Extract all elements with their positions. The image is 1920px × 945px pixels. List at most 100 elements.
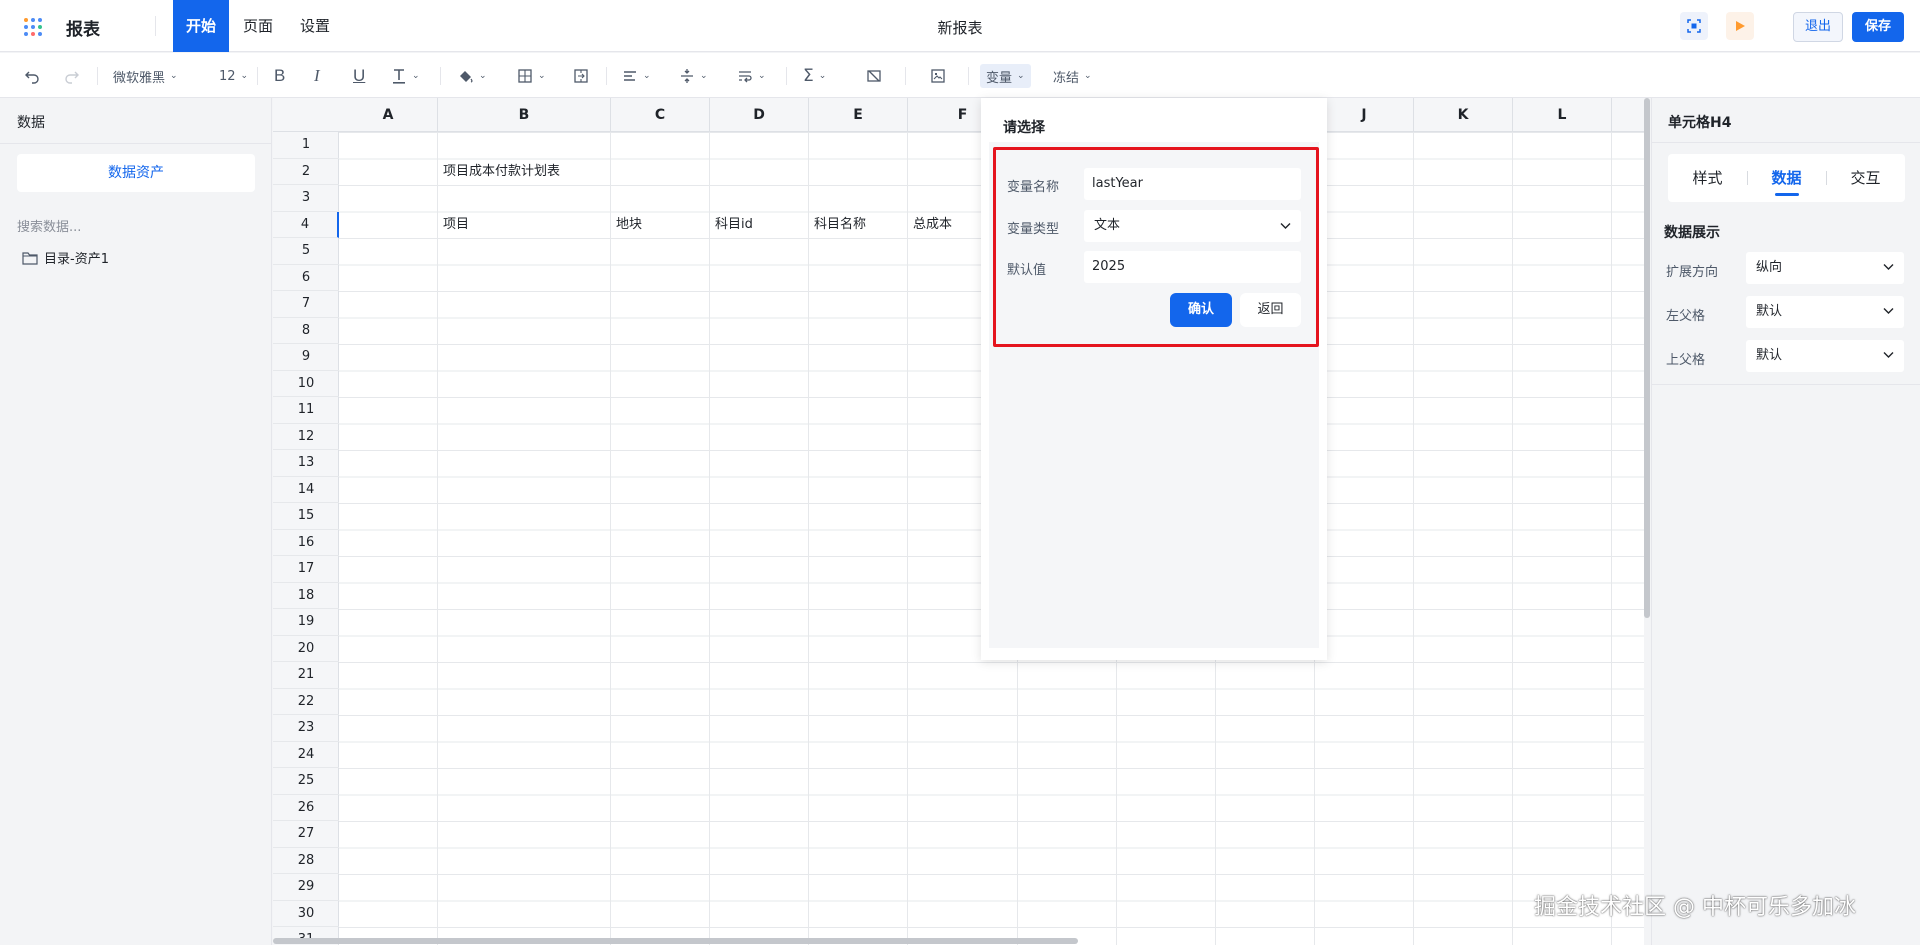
search-data-input[interactable]: 搜索数据...	[17, 216, 81, 235]
row-header-14[interactable]: 14	[273, 477, 339, 503]
run-icon-button[interactable]	[1726, 12, 1754, 40]
row-header-27[interactable]: 27	[273, 821, 339, 848]
chevron-down-icon	[1883, 264, 1894, 270]
font-size-value: 12	[219, 68, 236, 84]
left-parent-value: 默认	[1756, 304, 1783, 319]
section-title: 数据展示	[1664, 225, 1720, 241]
row-header-7[interactable]: 7	[273, 291, 339, 318]
spreadsheet[interactable]: ABCDEFGHIJKL 123456789101112131415161718…	[273, 98, 1644, 945]
variable-type-select[interactable]: 文本	[1084, 210, 1301, 242]
sigma-icon: Σ	[803, 66, 814, 86]
vertical-scrollbar[interactable]	[1644, 98, 1650, 618]
merge-cells-button[interactable]	[573, 64, 589, 88]
row-header-8[interactable]: 8	[273, 318, 339, 344]
tab-interaction[interactable]: 交互	[1826, 154, 1905, 202]
row-header-6[interactable]: 6	[273, 265, 339, 291]
insert-image-button[interactable]	[930, 64, 946, 88]
border-button[interactable]: ⌄	[517, 64, 546, 88]
toolbar: 微软雅黑 ⌄ 12 ⌄ B I U ⌄ ⌄ ⌄ ⌄ ⌄ ⌄ Σ ⌄ 变量 ⌄ 冻…	[0, 53, 1920, 98]
row-header-28[interactable]: 28	[273, 848, 339, 874]
exit-button[interactable]: 退出	[1793, 12, 1843, 42]
expand-direction-value: 纵向	[1756, 260, 1783, 275]
column-header-d[interactable]: D	[710, 98, 809, 132]
save-button[interactable]: 保存	[1852, 12, 1904, 42]
row-header-20[interactable]: 20	[273, 636, 339, 662]
function-button[interactable]: Σ ⌄	[803, 64, 826, 88]
row-header-10[interactable]: 10	[273, 371, 339, 397]
left-parent-select[interactable]: 默认	[1746, 296, 1904, 328]
column-header-b[interactable]: B	[438, 98, 611, 132]
row-header-5[interactable]: 5	[273, 238, 339, 265]
row-header-12[interactable]: 12	[273, 424, 339, 450]
tab-settings[interactable]: 设置	[287, 0, 343, 52]
tab-page[interactable]: 页面	[230, 0, 286, 52]
cell-c4[interactable]: 地块	[611, 212, 642, 238]
data-assets-button[interactable]: 数据资产	[17, 154, 255, 192]
row-header-24[interactable]: 24	[273, 742, 339, 768]
row-header-3[interactable]: 3	[273, 185, 339, 212]
row-header-15[interactable]: 15	[273, 503, 339, 530]
apps-grid-icon[interactable]	[24, 18, 42, 36]
row-header-16[interactable]: 16	[273, 530, 339, 556]
row-header-9[interactable]: 9	[273, 344, 339, 371]
tab-style[interactable]: 样式	[1668, 154, 1747, 202]
focus-frame-icon	[1687, 19, 1701, 33]
column-header-l[interactable]: L	[1513, 98, 1612, 132]
row-header-25[interactable]: 25	[273, 768, 339, 795]
cell-f4[interactable]: 总成本	[908, 212, 952, 238]
row-header-18[interactable]: 18	[273, 583, 339, 609]
variable-type-value: 文本	[1094, 218, 1121, 233]
expand-direction-select[interactable]: 纵向	[1746, 252, 1904, 284]
default-value-input[interactable]: 2025	[1084, 251, 1301, 283]
row-header-17[interactable]: 17	[273, 556, 339, 583]
row-header-23[interactable]: 23	[273, 715, 339, 742]
row-header-4[interactable]: 4	[273, 211, 339, 238]
row-header-21[interactable]: 21	[273, 662, 339, 689]
column-header-j[interactable]: J	[1315, 98, 1414, 132]
horizontal-align-button[interactable]: ⌄	[622, 64, 651, 88]
font-family-select[interactable]: 微软雅黑 ⌄	[113, 64, 178, 88]
tab-data[interactable]: 数据	[1747, 154, 1826, 202]
cell-b4[interactable]: 项目	[438, 212, 469, 238]
play-icon	[1736, 21, 1745, 31]
row-header-30[interactable]: 30	[273, 901, 339, 927]
cell-d4[interactable]: 科目id	[710, 212, 753, 238]
undo-button[interactable]	[24, 64, 40, 88]
row-header-1[interactable]: 1	[273, 132, 339, 159]
cell-b2[interactable]: 项目成本付款计划表	[438, 159, 560, 185]
column-header-c[interactable]: C	[611, 98, 710, 132]
underline-button[interactable]: U	[353, 64, 365, 88]
tree-item-folder[interactable]: 目录-资产1	[22, 248, 109, 267]
back-button[interactable]: 返回	[1240, 293, 1301, 327]
horizontal-scrollbar[interactable]	[273, 938, 1078, 944]
bold-button[interactable]: B	[274, 64, 285, 88]
cell-e4[interactable]: 科目名称	[809, 212, 866, 238]
font-size-select[interactable]: 12 ⌄	[219, 64, 248, 88]
tab-start[interactable]: 开始	[173, 0, 230, 52]
redo-button[interactable]	[64, 64, 80, 88]
row-header-2[interactable]: 2	[273, 159, 339, 185]
freeze-menu-button[interactable]: 冻结 ⌄	[1053, 64, 1092, 88]
grid-column-line	[1512, 132, 1513, 945]
row-header-19[interactable]: 19	[273, 609, 339, 636]
row-header-26[interactable]: 26	[273, 795, 339, 821]
top-parent-select[interactable]: 默认	[1746, 340, 1904, 372]
variable-menu-button[interactable]: 变量 ⌄	[980, 64, 1031, 88]
row-header-11[interactable]: 11	[273, 397, 339, 424]
row-header-22[interactable]: 22	[273, 689, 339, 715]
confirm-button[interactable]: 确认	[1170, 293, 1232, 327]
column-header-e[interactable]: E	[809, 98, 908, 132]
column-header-k[interactable]: K	[1414, 98, 1513, 132]
preview-icon-button[interactable]	[1680, 12, 1708, 40]
row-header-13[interactable]: 13	[273, 450, 339, 477]
row-header-29[interactable]: 29	[273, 874, 339, 901]
redo-icon	[65, 71, 79, 84]
variable-name-input[interactable]: lastYear	[1084, 168, 1301, 200]
text-wrap-button[interactable]: ⌄	[737, 64, 766, 88]
column-header-a[interactable]: A	[339, 98, 438, 132]
font-color-button[interactable]: ⌄	[391, 64, 420, 88]
fill-color-button[interactable]: ⌄	[458, 64, 487, 88]
vertical-align-button[interactable]: ⌄	[679, 64, 708, 88]
italic-button[interactable]: I	[314, 64, 320, 88]
clear-format-button[interactable]	[866, 64, 882, 88]
